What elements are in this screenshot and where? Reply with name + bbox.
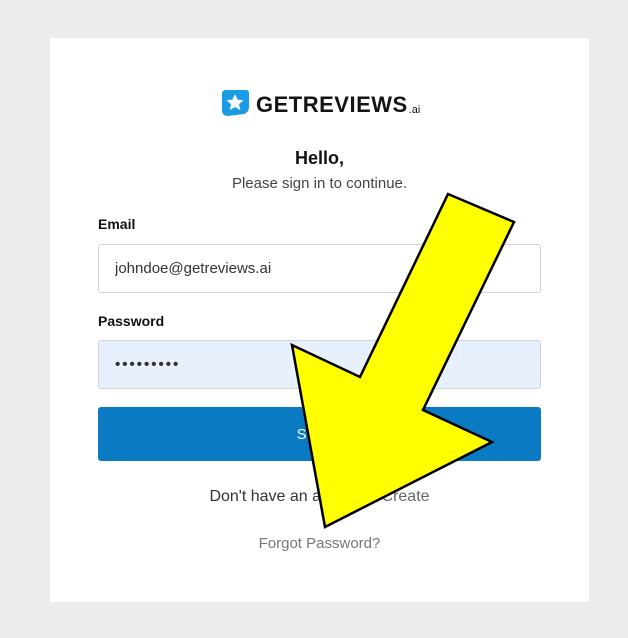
email-field[interactable] — [98, 244, 541, 293]
brand-suffix: .ai — [408, 104, 421, 116]
forgot-password-link[interactable]: Forgot Password? — [50, 535, 589, 552]
greeting-subtitle: Please sign in to continue. — [231, 175, 408, 192]
password-field[interactable]: ••••••••• — [98, 340, 541, 389]
star-badge-icon — [222, 90, 249, 116]
password-label: Password — [98, 313, 165, 329]
signup-prompt-text: Don't have an account? — [209, 488, 378, 505]
greeting-heading: Hello, — [294, 148, 344, 168]
signup-prompt-line: Don't have an account? Create — [50, 488, 589, 506]
password-mask: ••••••••• — [115, 356, 181, 373]
create-account-link[interactable]: Create — [382, 488, 430, 505]
login-card: GETREVIEWS .ai Hello, Please sign in to … — [50, 38, 589, 602]
brand-logo: GETREVIEWS .ai — [220, 88, 420, 118]
email-label: Email — [98, 216, 136, 232]
brand-name: GETREVIEWS — [256, 92, 408, 117]
sign-in-button[interactable]: Sign in — [98, 407, 541, 461]
